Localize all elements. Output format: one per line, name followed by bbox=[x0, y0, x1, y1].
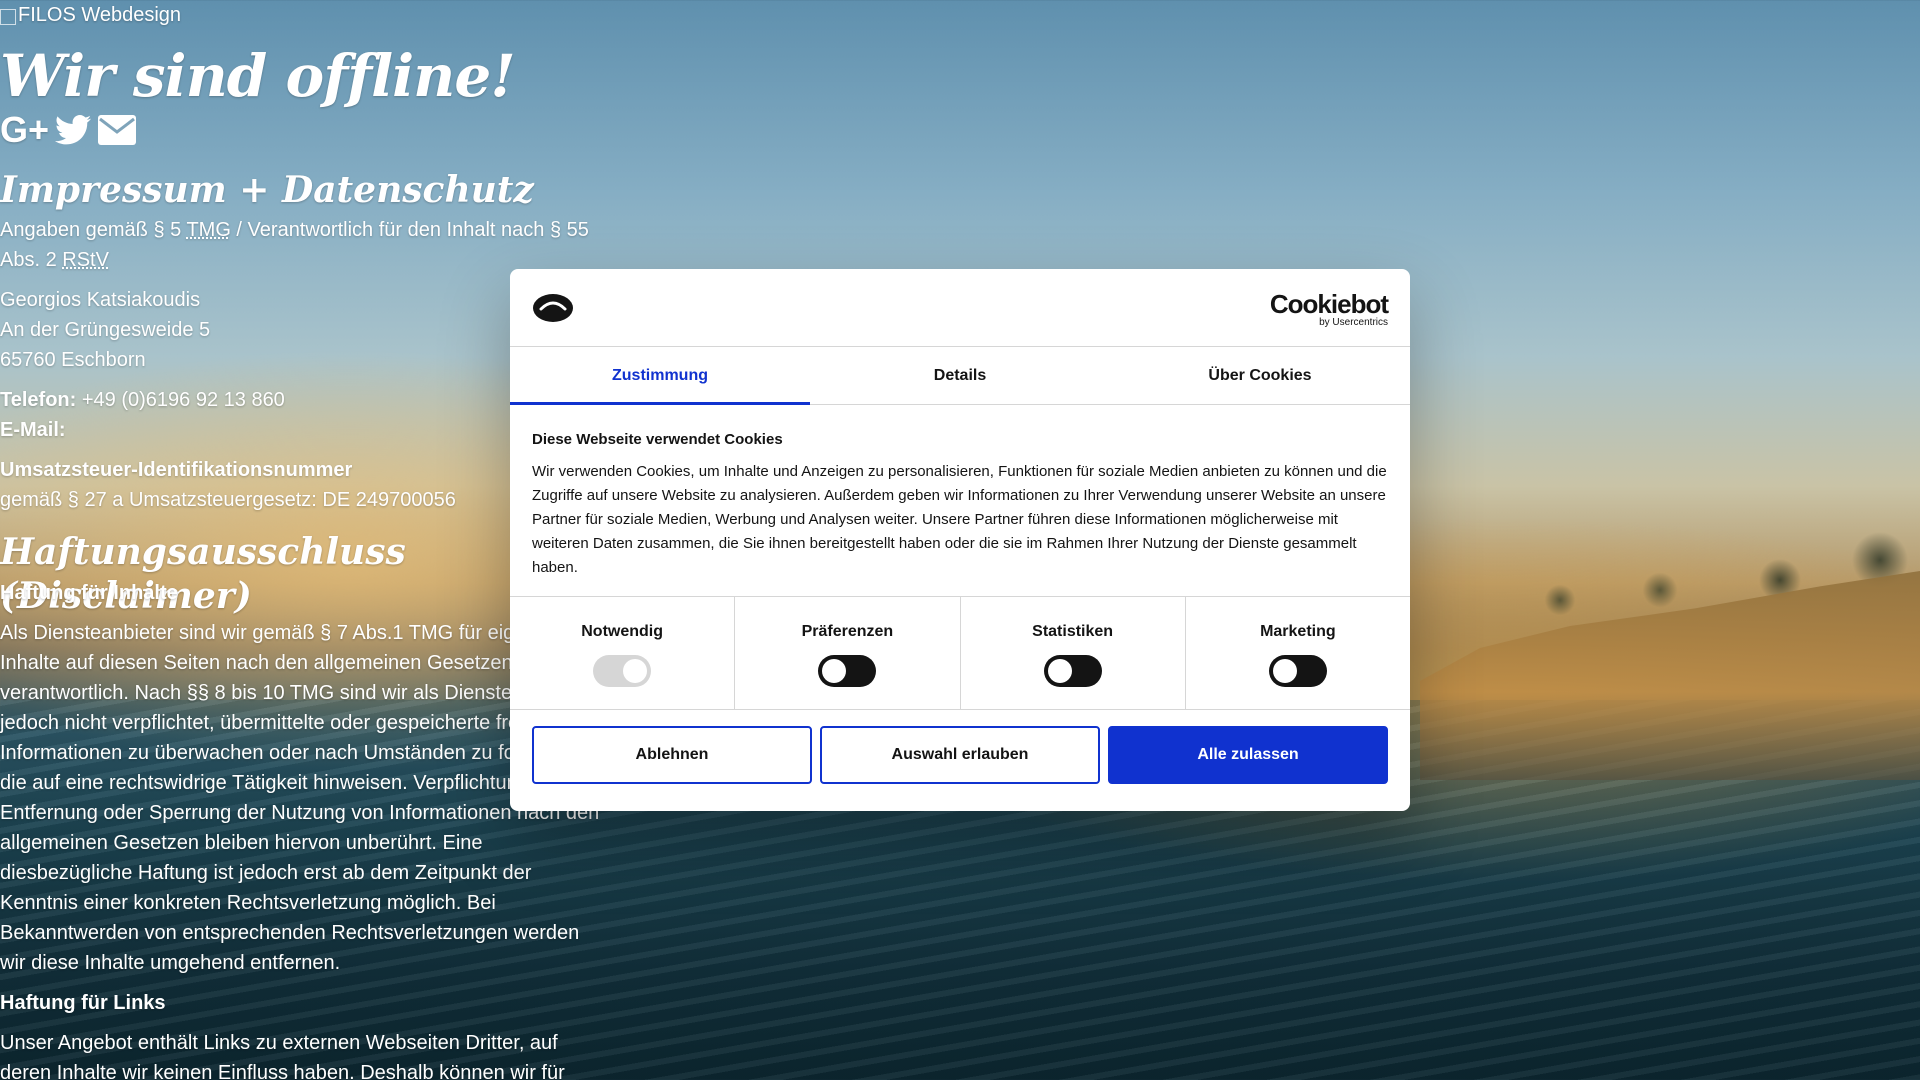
toggle-group-praeferenzen: Präferenzen bbox=[735, 597, 961, 709]
cookie-dialog-header: Cookiebot by Usercentrics bbox=[510, 269, 1410, 347]
impressum-intro: Angaben gemäß § 5 TMG / Verantwortlich f… bbox=[0, 219, 589, 271]
envelope-icon[interactable] bbox=[97, 114, 137, 146]
toggle-group-notwendig: Notwendig bbox=[510, 597, 736, 709]
cookie-dialog-text: Wir verwenden Cookies, um Inhalte und An… bbox=[532, 463, 1387, 576]
toggle-label-notwendig: Notwendig bbox=[581, 623, 663, 640]
toggle-knob bbox=[623, 659, 648, 683]
allow-selection-button[interactable]: Auswahl erlauben bbox=[820, 726, 1100, 784]
tab-details[interactable]: Details bbox=[810, 347, 1110, 404]
toggle-notwendig bbox=[593, 655, 652, 687]
impressum-heading: Impressum + Datenschutz bbox=[0, 169, 534, 211]
toggle-group-marketing: Marketing bbox=[1186, 597, 1410, 709]
cookie-dialog-body: Diese Webseite verwendet Cookies Wir ver… bbox=[510, 405, 1410, 597]
toggle-marketing[interactable] bbox=[1268, 655, 1327, 687]
decline-button[interactable]: Ablehnen bbox=[532, 726, 812, 784]
social-links: G+ bbox=[0, 110, 137, 150]
toggle-knob bbox=[1272, 659, 1297, 683]
twitter-icon[interactable] bbox=[55, 115, 92, 145]
tab-ueber-cookies[interactable]: Über Cookies bbox=[1110, 347, 1410, 404]
toggle-group-statistiken: Statistiken bbox=[961, 597, 1186, 709]
broken-image-icon bbox=[0, 8, 16, 25]
tab-zustimmung[interactable]: Zustimmung bbox=[510, 347, 810, 405]
cookie-dialog-buttons: Ablehnen Auswahl erlauben Alle zulassen bbox=[510, 710, 1410, 800]
allow-all-button[interactable]: Alle zulassen bbox=[1108, 726, 1388, 784]
links-liability-heading: Haftung für Links bbox=[0, 992, 166, 1014]
background-cliff bbox=[1420, 571, 1920, 780]
toggle-praeferenzen[interactable] bbox=[818, 655, 877, 687]
links-liability-text: Unser Angebot enthält Links zu externen … bbox=[0, 1032, 565, 1080]
toggle-label-marketing: Marketing bbox=[1260, 623, 1336, 640]
cookie-consent-dialog: Cookiebot by Usercentrics Zustimmung Det… bbox=[510, 269, 1410, 811]
cookiebot-brand-logo: Cookiebot by Usercentrics bbox=[1269, 289, 1389, 328]
cookie-dialog-heading: Diese Webseite verwendet Cookies bbox=[532, 431, 783, 448]
toggle-label-praeferenzen: Präferenzen bbox=[801, 623, 894, 640]
cookie-category-toggles: Notwendig Präferenzen Statistiken Market… bbox=[510, 597, 1410, 710]
toggle-knob bbox=[822, 659, 847, 683]
toggle-statistiken[interactable] bbox=[1043, 655, 1102, 687]
site-logo[interactable]: FILOS Webdesign bbox=[0, 4, 181, 27]
toggle-label-statistiken: Statistiken bbox=[1032, 623, 1114, 640]
toggle-knob bbox=[1047, 659, 1072, 683]
google-plus-icon[interactable]: G+ bbox=[0, 110, 49, 150]
logo-alt-text: FILOS Webdesign bbox=[18, 4, 182, 26]
cookiebot-logo-icon bbox=[533, 294, 573, 322]
page-title: Wir sind offline! bbox=[0, 42, 516, 110]
background-trees bbox=[1360, 520, 1920, 630]
cookie-dialog-tabs: Zustimmung Details Über Cookies bbox=[510, 347, 1410, 405]
